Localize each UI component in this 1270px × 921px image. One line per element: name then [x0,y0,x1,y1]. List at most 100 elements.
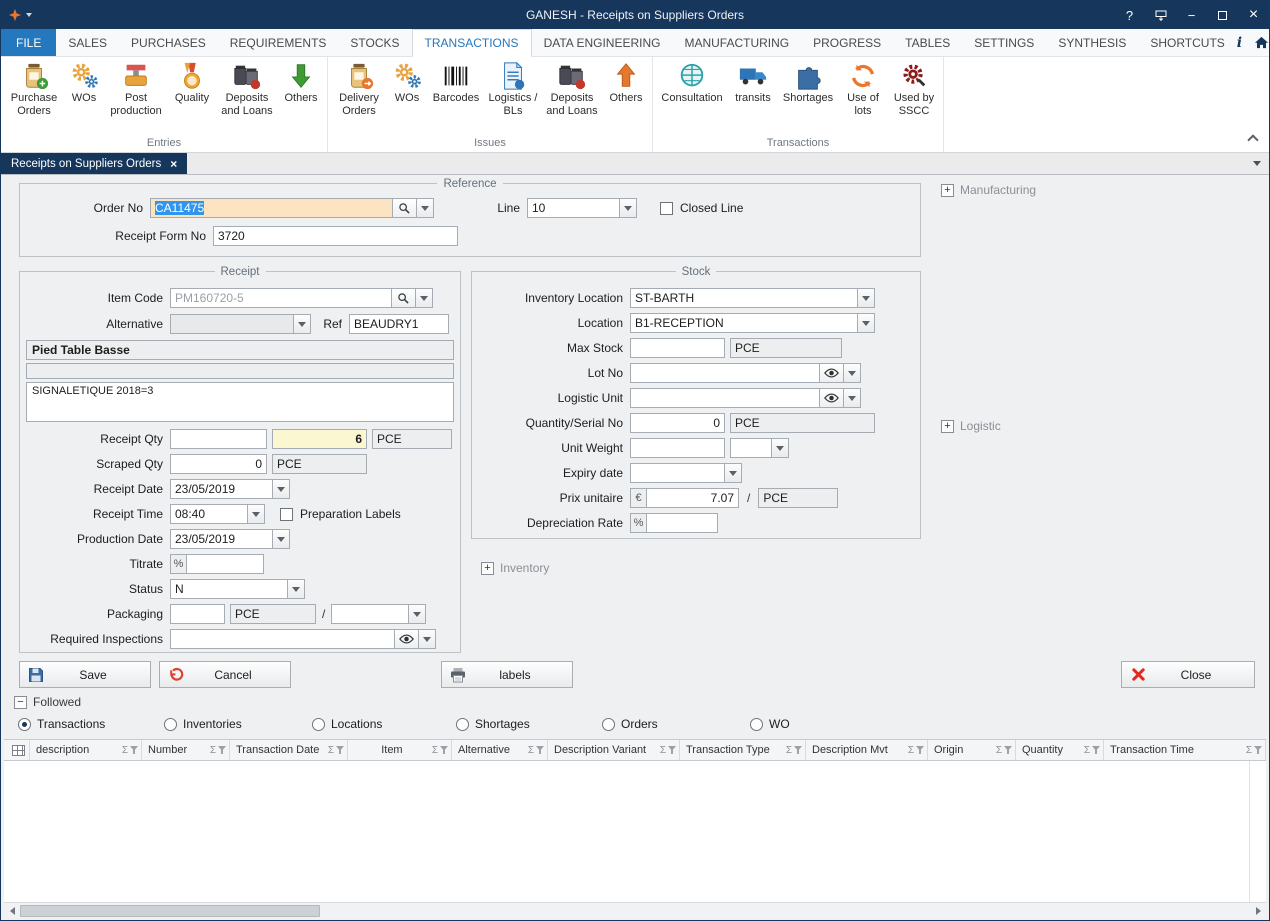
ribbon-item-consultation[interactable]: Consultation [656,59,728,105]
status-combo[interactable]: N [170,579,288,599]
column-header-description-mvt[interactable]: Description MvtΣ [806,740,928,760]
ribbon-collapse-chevron-icon[interactable] [1247,134,1258,145]
quantity-serial-input[interactable]: 0 [630,413,725,433]
expand-plus-icon[interactable] [941,184,954,197]
tab-progress[interactable]: PROGRESS [801,29,893,56]
column-header-description[interactable]: descriptionΣ [30,740,142,760]
receipt-time-dropdown-button[interactable] [248,504,265,524]
ribbon-item-barcodes[interactable]: Barcodes [427,59,485,105]
item-note-textarea[interactable]: SIGNALETIQUE 2018=3 [26,382,454,422]
ribbon-item-used-by-sscc[interactable]: Used by SSCC [888,59,940,117]
column-header-item[interactable]: ItemΣ [348,740,452,760]
tab-purchases[interactable]: PURCHASES [119,29,218,56]
lot-no-dropdown-button[interactable] [844,363,861,383]
filter-radio-inventories[interactable]: Inventories [164,717,242,731]
column-header-number[interactable]: NumberΣ [142,740,230,760]
unit-weight-input[interactable] [630,438,725,458]
window-close-button[interactable]: × [1238,1,1269,29]
tab-data-engineering[interactable]: DATA ENGINEERING [532,29,673,56]
item-code-dropdown-button[interactable] [416,288,433,308]
horizontal-scrollbar[interactable] [4,902,1266,918]
close-button[interactable]: Close [1121,661,1255,688]
receipt-form-no-input[interactable]: 3720 [213,226,458,246]
tab-requirements[interactable]: REQUIREMENTS [218,29,339,56]
alternative-combo[interactable] [170,314,294,334]
cancel-button[interactable]: Cancel [159,661,291,688]
quick-access-toolbar[interactable] [1,8,32,22]
filter-radio-orders[interactable]: Orders [602,717,658,731]
status-dropdown-button[interactable] [288,579,305,599]
scroll-left-button[interactable] [4,903,20,918]
home-icon[interactable] [1254,35,1269,50]
filter-funnel-icon[interactable] [218,746,226,754]
packaging-combo[interactable] [331,604,409,624]
manufacturing-expander[interactable]: Manufacturing [941,183,1036,197]
order-no-search-button[interactable] [393,198,417,218]
column-header-transaction-time[interactable]: Transaction TimeΣ [1104,740,1266,760]
grid-corner-cell[interactable] [4,740,30,760]
logistic-unit-input[interactable] [630,388,820,408]
preparation-labels-checkbox[interactable] [280,508,293,521]
pin-ribbon-button[interactable] [1145,1,1176,29]
followed-header[interactable]: Followed [14,695,81,709]
column-header-alternative[interactable]: AlternativeΣ [452,740,548,760]
doc-tab-receipts-on-suppliers-orders[interactable]: Receipts on Suppliers Orders × [1,153,187,174]
ribbon-item-transits[interactable]: transits [728,59,778,105]
expand-plus-icon[interactable] [481,562,494,575]
line-dropdown-button[interactable] [620,198,637,218]
production-date-dropdown-button[interactable] [273,529,290,549]
logistic-expander[interactable]: Logistic [941,419,1001,433]
required-inspections-dropdown-button[interactable] [419,629,436,649]
packaging-dropdown-button[interactable] [409,604,426,624]
ribbon-item-entries-deposits[interactable]: Deposits and Loans [216,59,278,117]
filter-funnel-icon[interactable] [668,746,676,754]
lot-no-eye-button[interactable] [820,363,844,383]
scrollbar-thumb[interactable] [20,905,320,917]
lot-no-input[interactable] [630,363,820,383]
ribbon-item-issues-wos[interactable]: WOs [387,59,427,105]
column-header-origin[interactable]: OriginΣ [928,740,1016,760]
packaging-input[interactable] [170,604,225,624]
quick-access-caret-icon[interactable] [26,13,32,17]
column-header-transaction-type[interactable]: Transaction TypeΣ [680,740,806,760]
receipt-time-input[interactable]: 08:40 [170,504,248,524]
minimize-button[interactable]: − [1176,1,1207,29]
inventory-expander[interactable]: Inventory [481,561,549,575]
filter-radio-shortages[interactable]: Shortages [456,717,530,731]
expiry-date-combo[interactable] [630,463,725,483]
ribbon-item-purchase-orders[interactable]: Purchase Orders [4,59,64,117]
alternative-dropdown-button[interactable] [294,314,311,334]
expiry-date-dropdown-button[interactable] [725,463,742,483]
filter-funnel-icon[interactable] [130,746,138,754]
labels-button[interactable]: labels [441,661,573,688]
tab-settings[interactable]: SETTINGS [962,29,1046,56]
ref-input[interactable]: BEAUDRY1 [349,314,449,334]
inventory-location-dropdown-button[interactable] [858,288,875,308]
ribbon-item-shortages[interactable]: Shortages [778,59,838,105]
depreciation-rate-input[interactable] [646,513,718,533]
save-button[interactable]: Save [19,661,151,688]
ribbon-item-quality[interactable]: Quality [168,59,216,105]
filter-radio-wo[interactable]: WO [750,717,790,731]
inventory-location-combo[interactable]: ST-BARTH [630,288,858,308]
receipt-date-input[interactable]: 23/05/2019 [170,479,273,499]
location-combo[interactable]: B1-RECEPTION [630,313,858,333]
unit-weight-dropdown-button[interactable] [772,438,789,458]
tab-file[interactable]: FILE [1,29,56,56]
column-header-description-variant[interactable]: Description VariantΣ [548,740,680,760]
scroll-right-button[interactable] [1250,903,1266,918]
tab-shortcuts[interactable]: SHORTCUTS [1138,29,1236,56]
ribbon-item-issues-others[interactable]: Others [603,59,649,105]
item-code-search-button[interactable] [392,288,416,308]
doc-tab-close-icon[interactable]: × [170,157,177,171]
maximize-button[interactable] [1207,1,1238,29]
ribbon-item-post-production[interactable]: Post production [104,59,168,117]
column-header-quantity[interactable]: QuantityΣ [1016,740,1104,760]
filter-radio-locations[interactable]: Locations [312,717,382,731]
ribbon-item-delivery-orders[interactable]: Delivery Orders [331,59,387,117]
item-code-input[interactable]: PM160720-5 [170,288,392,308]
ribbon-item-entries-others[interactable]: Others [278,59,324,105]
column-header-transaction-date[interactable]: Transaction DateΣ [230,740,348,760]
ribbon-item-entries-wos[interactable]: WOs [64,59,104,105]
expand-plus-icon[interactable] [941,420,954,433]
